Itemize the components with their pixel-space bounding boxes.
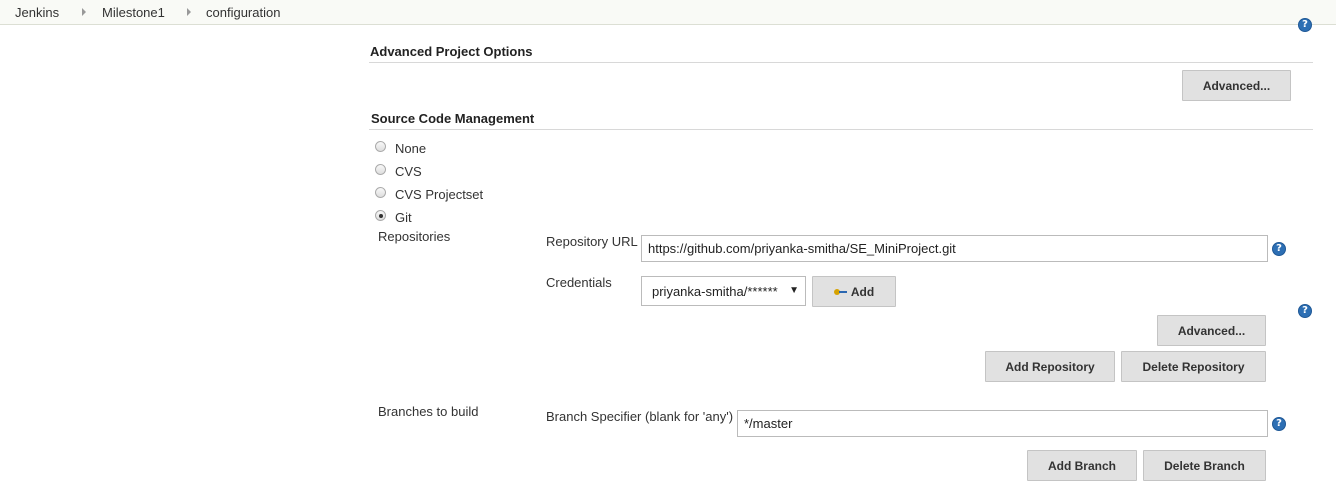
scm-radio-label-cvs-projectset[interactable]: CVS Projectset (395, 187, 483, 202)
chevron-down-icon: ▼ (789, 285, 799, 296)
repository-url-input[interactable] (641, 235, 1268, 262)
breadcrumb: Jenkins Milestone1 configuration (0, 0, 1336, 25)
branch-specifier-input[interactable] (737, 410, 1268, 437)
credentials-select-value: priyanka-smitha/****** (652, 283, 778, 299)
scm-radio-git[interactable] (375, 210, 386, 221)
key-icon (833, 288, 848, 296)
help-icon[interactable]: ? (1298, 18, 1312, 32)
credentials-select[interactable]: priyanka-smitha/****** ▼ (641, 276, 806, 306)
delete-repository-button[interactable]: Delete Repository (1121, 351, 1266, 382)
scm-radio-none[interactable] (375, 141, 386, 152)
repository-advanced-button[interactable]: Advanced... (1157, 315, 1266, 346)
scm-radio-cvs-projectset[interactable] (375, 187, 386, 198)
branches-to-build-label: Branches to build (378, 404, 479, 419)
chevron-right-icon (82, 8, 86, 16)
help-icon[interactable]: ? (1272, 242, 1286, 256)
breadcrumb-item-configuration[interactable]: configuration (206, 5, 280, 20)
breadcrumb-item-milestone1[interactable]: Milestone1 (102, 5, 165, 20)
chevron-right-icon (187, 8, 191, 16)
add-repository-button[interactable]: Add Repository (985, 351, 1115, 382)
repositories-label: Repositories (378, 229, 451, 244)
scm-radio-cvs[interactable] (375, 164, 386, 175)
advanced-project-options-title: Advanced Project Options (370, 44, 533, 59)
breadcrumb-item-jenkins[interactable]: Jenkins (15, 5, 59, 20)
scm-radio-label-git[interactable]: Git (395, 210, 412, 225)
add-credentials-button[interactable]: Add (812, 276, 896, 307)
section-divider (369, 62, 1313, 63)
branch-specifier-label: Branch Specifier (blank for 'any') (546, 409, 734, 424)
delete-branch-button[interactable]: Delete Branch (1143, 450, 1266, 481)
repository-url-label: Repository URL (546, 234, 638, 249)
help-icon[interactable]: ? (1298, 304, 1312, 318)
add-credentials-label: Add (850, 284, 875, 299)
scm-radio-label-none[interactable]: None (395, 141, 426, 156)
credentials-label: Credentials (546, 275, 612, 290)
advanced-project-options-button[interactable]: Advanced... (1182, 70, 1291, 101)
help-icon[interactable]: ? (1272, 417, 1286, 431)
scm-title: Source Code Management (371, 111, 535, 126)
scm-radio-label-cvs[interactable]: CVS (395, 164, 422, 179)
section-divider (369, 129, 1313, 130)
add-branch-button[interactable]: Add Branch (1027, 450, 1137, 481)
